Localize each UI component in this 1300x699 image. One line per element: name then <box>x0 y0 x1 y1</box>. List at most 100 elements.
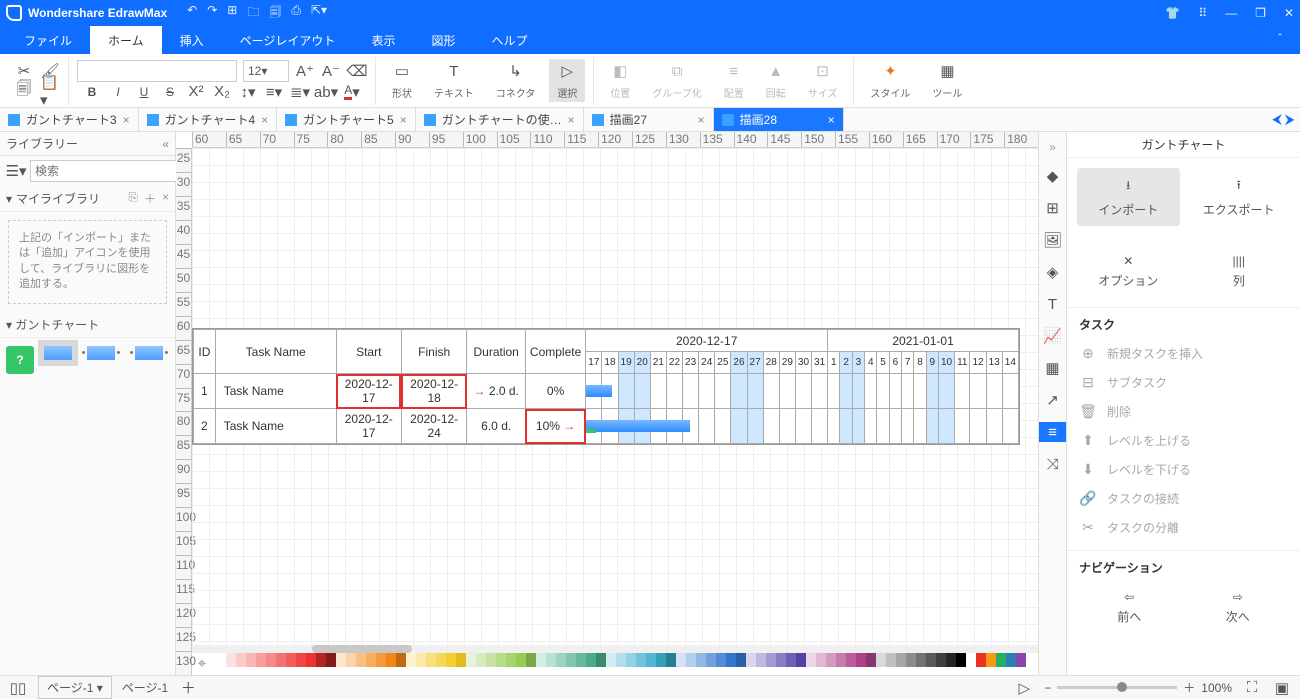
color-swatch[interactable] <box>626 653 636 667</box>
new-icon[interactable]: ⊞ <box>227 3 237 24</box>
option-button[interactable]: ✕オプション <box>1077 246 1180 297</box>
bullets-icon[interactable]: ≡▾ <box>264 82 284 102</box>
linespacing-icon[interactable]: ↕▾ <box>238 82 258 102</box>
color-swatch[interactable] <box>916 653 926 667</box>
zoom-in-icon[interactable]: ＋ <box>1183 679 1195 696</box>
color-swatch[interactable] <box>416 653 426 667</box>
color-swatch[interactable] <box>646 653 656 667</box>
fullscreen-icon[interactable]: ⛶ <box>1242 678 1262 698</box>
font-family-select[interactable] <box>77 60 237 82</box>
color-swatch[interactable] <box>976 653 986 667</box>
color-swatch[interactable] <box>586 653 596 667</box>
align-icon[interactable]: ≣▾ <box>290 82 310 102</box>
open-icon[interactable]: 🗀 <box>247 3 259 24</box>
size-button[interactable]: ⊡サイズ <box>800 59 846 102</box>
color-swatch[interactable] <box>836 653 846 667</box>
library-menu-icon[interactable]: ☰▾ <box>6 161 26 181</box>
undo-icon[interactable]: ↶ <box>187 3 197 24</box>
doc-tab[interactable]: 描画27× <box>584 108 714 131</box>
color-swatch[interactable] <box>496 653 506 667</box>
menu-home[interactable]: ホーム <box>90 26 162 54</box>
minimize-button[interactable]: — <box>1225 6 1237 20</box>
position-button[interactable]: ◧位置 <box>602 59 638 102</box>
gantt-shape-3[interactable] <box>130 346 168 374</box>
color-swatch[interactable] <box>346 653 356 667</box>
color-swatch[interactable] <box>896 653 906 667</box>
shapes-tool-icon[interactable]: ⊞ <box>1043 198 1063 218</box>
color-swatch[interactable] <box>576 653 586 667</box>
color-swatch[interactable] <box>486 653 496 667</box>
rotate-button[interactable]: ▲回転 <box>758 59 794 102</box>
increase-font-icon[interactable]: A⁺ <box>295 61 315 81</box>
collapse-ribbon-icon[interactable]: ＾ <box>1274 32 1286 49</box>
color-swatch[interactable] <box>216 653 226 667</box>
tab-prev-icon[interactable]: ⮜ <box>1273 112 1282 127</box>
color-swatch[interactable] <box>736 653 746 667</box>
color-swatch[interactable] <box>866 653 876 667</box>
align-button[interactable]: ≡配置 <box>716 59 752 102</box>
color-swatch[interactable] <box>756 653 766 667</box>
color-swatch[interactable] <box>426 653 436 667</box>
color-swatch[interactable] <box>676 653 686 667</box>
underline-icon[interactable]: U <box>134 82 154 102</box>
color-swatch[interactable] <box>596 653 606 667</box>
image-tool-icon[interactable]: 🖼 <box>1043 230 1063 250</box>
color-swatch[interactable] <box>466 653 476 667</box>
bold-icon[interactable]: B <box>82 82 102 102</box>
doc-tab[interactable]: ガントチャートの使…× <box>416 108 584 131</box>
color-swatch[interactable] <box>566 653 576 667</box>
color-swatch[interactable] <box>296 653 306 667</box>
color-swatch[interactable] <box>616 653 626 667</box>
pages-icon[interactable]: ▯▯ <box>8 678 28 698</box>
fill-tool-icon[interactable]: ◆ <box>1043 166 1063 186</box>
export-button[interactable]: ⭱エクスポート <box>1188 168 1291 226</box>
color-swatch[interactable] <box>316 653 326 667</box>
color-swatch[interactable] <box>456 653 466 667</box>
superscript-icon[interactable]: X² <box>186 82 206 102</box>
menu-pagelayout[interactable]: ページレイアウト <box>222 26 354 54</box>
prev-button[interactable]: ⇦前へ <box>1079 582 1180 633</box>
close-tab-icon[interactable]: × <box>568 113 575 127</box>
gantt-shape-1[interactable] <box>44 346 72 374</box>
gantt-shape-2[interactable] <box>82 346 120 374</box>
color-swatch[interactable] <box>966 653 976 667</box>
color-swatch[interactable] <box>846 653 856 667</box>
color-swatch[interactable] <box>376 653 386 667</box>
color-swatch[interactable] <box>996 653 1006 667</box>
doc-tab[interactable]: ガントチャート5× <box>277 108 416 131</box>
fontcolor-icon[interactable]: A▾ <box>342 82 362 102</box>
column-button[interactable]: ||||列 <box>1188 246 1291 297</box>
paste-icon[interactable]: 📋▾ <box>40 81 60 101</box>
menu-shape[interactable]: 図形 <box>413 26 473 54</box>
gantt-lib-label[interactable]: ガントチャート <box>15 318 99 332</box>
color-swatch[interactable] <box>536 653 546 667</box>
color-swatch[interactable] <box>816 653 826 667</box>
h-scrollbar[interactable] <box>192 645 1038 653</box>
color-swatch[interactable] <box>766 653 776 667</box>
color-swatch[interactable] <box>386 653 396 667</box>
import-lib-icon[interactable]: ⎘ <box>128 190 138 207</box>
color-swatch[interactable] <box>906 653 916 667</box>
add-lib-icon[interactable]: ＋ <box>144 190 156 207</box>
close-tab-icon[interactable]: × <box>261 113 268 127</box>
strike-icon[interactable]: S <box>160 82 180 102</box>
eyedropper-icon[interactable]: ⌖ <box>192 653 212 673</box>
color-swatch[interactable] <box>726 653 736 667</box>
color-swatch[interactable] <box>856 653 866 667</box>
menu-file[interactable]: ファイル <box>6 26 90 54</box>
mylib-label[interactable]: マイライブラリ <box>16 190 100 207</box>
color-swatch[interactable] <box>256 653 266 667</box>
color-swatch[interactable] <box>276 653 286 667</box>
color-swatch[interactable] <box>546 653 556 667</box>
text-tool-icon[interactable]: T <box>1043 294 1063 314</box>
color-swatch[interactable] <box>476 653 486 667</box>
close-tab-icon[interactable]: × <box>400 113 407 127</box>
color-swatch[interactable] <box>526 653 536 667</box>
color-swatch[interactable] <box>266 653 276 667</box>
import-button[interactable]: ⭳インポート <box>1077 168 1180 226</box>
menu-view[interactable]: 表示 <box>353 26 413 54</box>
connector-tool-icon[interactable]: ↗ <box>1043 390 1063 410</box>
color-swatch[interactable] <box>776 653 786 667</box>
color-swatch[interactable] <box>436 653 446 667</box>
color-swatch[interactable] <box>806 653 816 667</box>
